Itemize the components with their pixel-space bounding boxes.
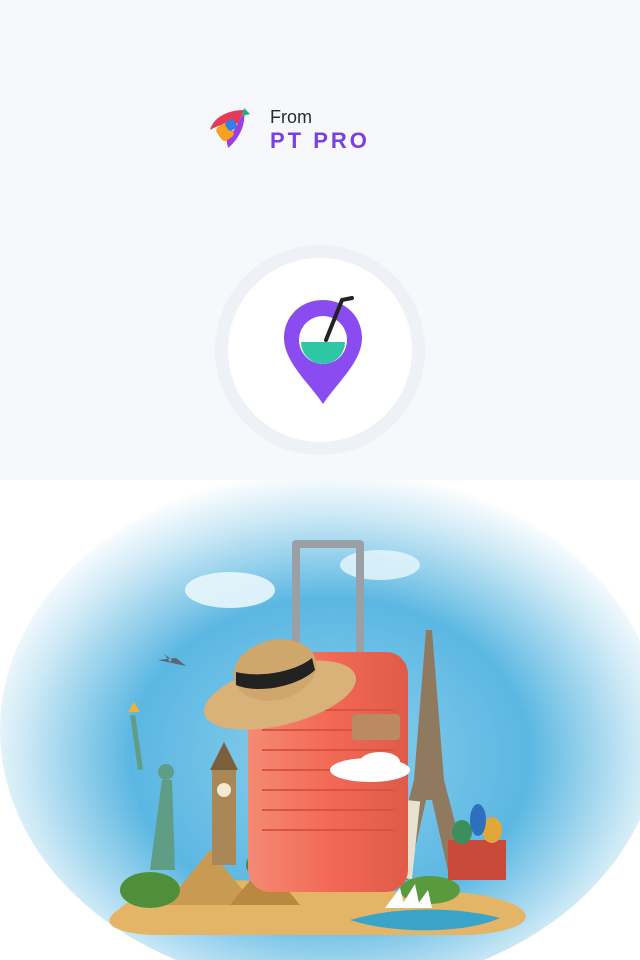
hero-illustration [0, 480, 640, 960]
brand-from-label: From [270, 107, 312, 127]
app-icon-badge [215, 245, 425, 455]
coconut-location-pin-icon [284, 296, 362, 404]
brand-name: PT PRO [270, 128, 370, 153]
app-icon-disc [228, 258, 412, 442]
rocket-logo-icon [210, 108, 250, 148]
brand-lockup: From PT PRO [204, 104, 370, 156]
travel-suitcase-landmarks-illustration [0, 480, 640, 960]
